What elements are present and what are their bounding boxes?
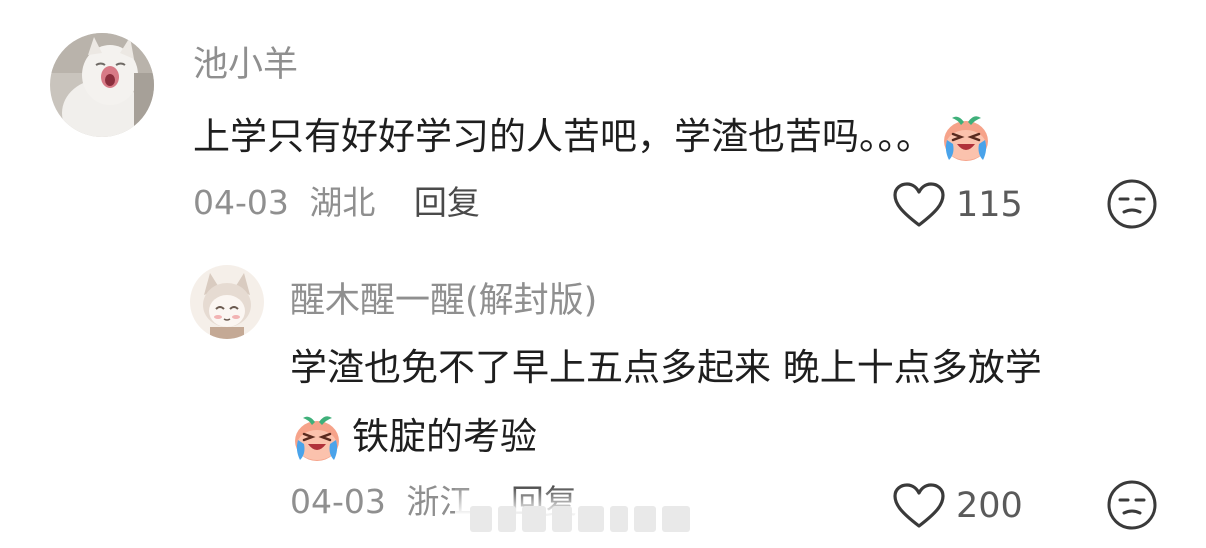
comment-date: 04-03	[193, 183, 289, 222]
like-count: 115	[956, 185, 1023, 225]
reply-username-tag: (解封版)	[465, 281, 598, 321]
reply-text-line2-row: 铁腚的考验	[290, 410, 537, 464]
reply-like-count: 200	[956, 486, 1023, 526]
heart-icon	[893, 182, 945, 227]
reply-button[interactable]: 回复	[414, 183, 480, 222]
unamused-face-icon	[1107, 179, 1157, 229]
reply-like-button[interactable]: 200	[892, 483, 1023, 529]
reply-dislike-button[interactable]	[1106, 479, 1158, 535]
reply-text-line1: 学渣也免不了早上五点多起来 晚上十点多放学	[290, 346, 1042, 389]
reply-avatar[interactable]	[190, 265, 264, 339]
crying-laughing-peach-emoji	[944, 116, 988, 161]
dislike-button[interactable]	[1106, 178, 1158, 234]
reply-username[interactable]: 醒木醒一醒	[290, 281, 465, 321]
reply-username-row[interactable]: 醒木醒一醒(解封版)	[290, 281, 597, 321]
comment-meta: 04-03 湖北 回复	[193, 183, 480, 223]
cat-avatar-image	[50, 33, 154, 137]
crying-laughing-peach-emoji	[295, 416, 339, 461]
unamused-face-icon	[1107, 480, 1157, 530]
heart-icon	[893, 483, 945, 528]
reply-date: 04-03	[290, 482, 386, 521]
comment-location: 湖北	[309, 183, 376, 222]
watermark-glyphs	[470, 506, 690, 532]
comment-text: 上学只有好好学习的人苦吧，学渣也苦吗。。。	[193, 115, 933, 158]
avatar[interactable]	[50, 33, 154, 137]
reply-text-line2: 铁腚的考验	[352, 415, 537, 458]
anime-avatar-image	[190, 265, 264, 339]
comment-username[interactable]: 池小羊	[193, 45, 298, 85]
comment-body: 上学只有好好学习的人苦吧，学渣也苦吗。。。	[193, 110, 993, 164]
like-button[interactable]: 115	[892, 182, 1023, 228]
